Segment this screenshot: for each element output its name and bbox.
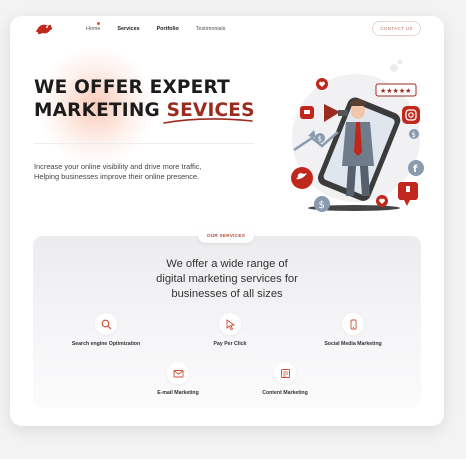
content-icon	[274, 362, 296, 384]
services-title-line1: We offer a wide range of	[166, 258, 288, 270]
active-dot	[97, 22, 100, 25]
service-content[interactable]: Content Marketing	[230, 362, 340, 396]
nav-item-home[interactable]: Home	[86, 22, 100, 32]
service-label: Social Media Marketing	[324, 341, 382, 347]
hero-title-line1: WE OFFER EXPERT	[34, 77, 230, 98]
search-icon	[95, 313, 117, 335]
page-card: Home Services Portfolio Testimonials CON…	[10, 16, 444, 426]
hero-subtitle: Increase your online visibility and driv…	[34, 162, 264, 181]
svg-text:★★★★★: ★★★★★	[380, 87, 411, 95]
service-label: E-mail Marketing	[157, 390, 199, 396]
service-ppc[interactable]: Pay Per Click	[175, 313, 285, 347]
service-label: Pay Per Click	[213, 341, 247, 347]
services-title-line2: digital marketing services for	[156, 273, 298, 285]
hero-title-line2-a: MARKETING	[34, 100, 167, 121]
service-seo[interactable]: Search engine Optimization	[51, 313, 161, 347]
svg-text:f: f	[413, 164, 418, 175]
hero-divider	[34, 143, 254, 144]
nav-item-testimonials[interactable]: Testimonials	[196, 26, 226, 32]
hero-subtitle-line2: Helping businesses improve their online …	[34, 171, 200, 181]
title-underline	[163, 118, 253, 124]
service-social[interactable]: Social Media Marketing	[298, 313, 408, 347]
svg-text:$: $	[319, 200, 325, 211]
logo-icon[interactable]	[34, 21, 54, 37]
cursor-icon	[219, 313, 241, 335]
marketing-illustration: ★★★★★ $ $ f $	[291, 59, 424, 212]
service-label: Content Marketing	[262, 390, 308, 396]
nav-item-portfolio[interactable]: Portfolio	[157, 26, 179, 32]
hero-title: WE OFFER EXPERT MARKETING SEVICES	[34, 76, 255, 122]
contact-button[interactable]: CONTACT US	[372, 21, 421, 36]
services-title-line3: businesses of all sizes	[171, 288, 283, 300]
mail-icon	[167, 362, 189, 384]
services-tag: OUR SERVICES	[198, 228, 254, 243]
top-nav: Home Services Portfolio Testimonials CON…	[10, 16, 444, 42]
service-email[interactable]: E-mail Marketing	[123, 362, 233, 396]
nav-item-services[interactable]: Services	[117, 26, 139, 32]
nav-menu: Home Services Portfolio Testimonials	[86, 22, 242, 32]
svg-text:$: $	[412, 131, 416, 139]
svg-text:$: $	[318, 135, 322, 143]
phone-icon	[342, 313, 364, 335]
service-label: Search engine Optimization	[71, 341, 141, 347]
services-title: We offer a wide range of digital marketi…	[33, 257, 421, 302]
hero-subtitle-line1: Increase your online visibility and driv…	[34, 162, 202, 171]
